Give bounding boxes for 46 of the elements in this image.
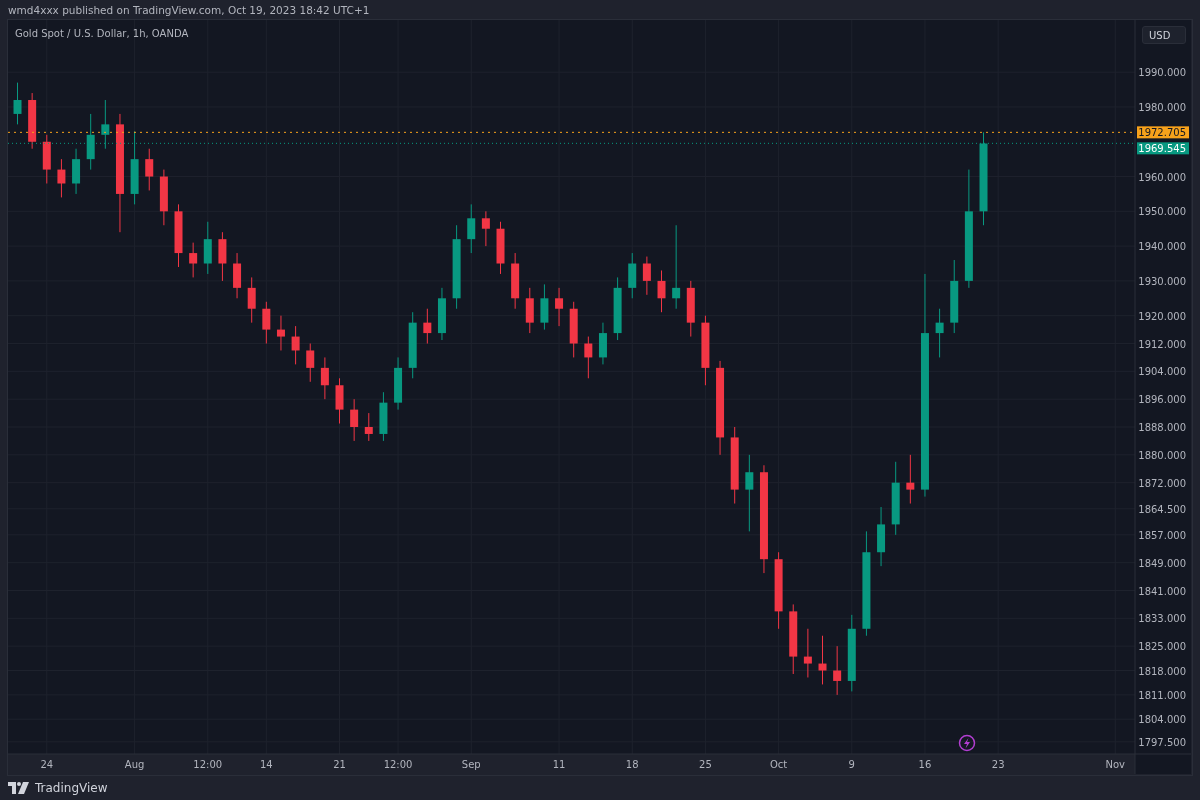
price-axis-label: 1920.000 <box>1138 310 1186 322</box>
time-axis-label: Nov <box>1105 759 1125 770</box>
time-axis-label: Oct <box>769 759 788 770</box>
price-axis-label: 1857.000 <box>1138 529 1186 541</box>
time-axis-label: 23 <box>991 759 1005 770</box>
price-tag: 1969.545 <box>1137 142 1189 155</box>
time-axis-label: 16 <box>918 759 932 770</box>
price-axis-label: 1888.000 <box>1138 422 1186 433</box>
price-axis-label: 1912.000 <box>1138 338 1186 350</box>
time-axis-label: 25 <box>699 759 712 770</box>
price-axis-label: 1880.000 <box>1138 449 1186 461</box>
price-axis-label: 1833.000 <box>1138 613 1186 625</box>
price-axis-label: 1811.000 <box>1138 689 1186 701</box>
chart-title: Gold Spot / U.S. Dollar, 1h, OANDA <box>15 28 189 39</box>
time-axis-label: 12:00 <box>383 759 413 770</box>
price-axis-label: 1990.000 <box>1138 67 1186 79</box>
price-axis-label: 1818.000 <box>1138 665 1186 677</box>
price-axis-label: 1864.500 <box>1138 503 1186 515</box>
time-axis-label: Sep <box>461 759 481 770</box>
price-tag: 1972.705 <box>1137 126 1189 139</box>
brand-name: TradingView <box>35 781 108 795</box>
price-axis-label: 1896.000 <box>1138 394 1186 406</box>
publish-note: wmd4xxx published on TradingView.com, Oct 19, 2023 18:42 UTC+1 <box>8 4 370 16</box>
time-axis-label: Aug <box>124 759 145 770</box>
price-axis-label: 1872.000 <box>1138 477 1186 489</box>
price-axis-label: 1804.000 <box>1138 714 1186 726</box>
time-axis-label: 14 <box>259 759 273 770</box>
price-axis-label: 1930.000 <box>1138 275 1186 287</box>
price-axis-label: 1797.500 <box>1138 736 1186 748</box>
time-axis-label: 11 <box>552 759 566 770</box>
price-axis-label: 1849.000 <box>1138 557 1186 569</box>
logo-icon <box>8 781 30 795</box>
price-axis-label: 1980.000 <box>1138 101 1186 113</box>
price-axis-label: 1960.000 <box>1138 171 1186 183</box>
price-axis-label: 1841.000 <box>1138 585 1186 597</box>
price-axis-label: 1904.000 <box>1138 366 1186 378</box>
price-axis-label: 1940.000 <box>1138 241 1186 253</box>
time-axis-label: 21 <box>333 759 346 770</box>
time-axis-label: 12:00 <box>193 759 223 770</box>
time-axis-label: 24 <box>40 759 54 770</box>
time-axis-label: 9 <box>848 759 855 770</box>
price-axis-label: 1825.000 <box>1138 641 1186 653</box>
lightning-icon <box>958 734 976 752</box>
price-axis-label: 1950.000 <box>1138 206 1186 218</box>
time-axis-label: 18 <box>625 759 639 770</box>
currency-button[interactable]: USD <box>1142 26 1186 44</box>
